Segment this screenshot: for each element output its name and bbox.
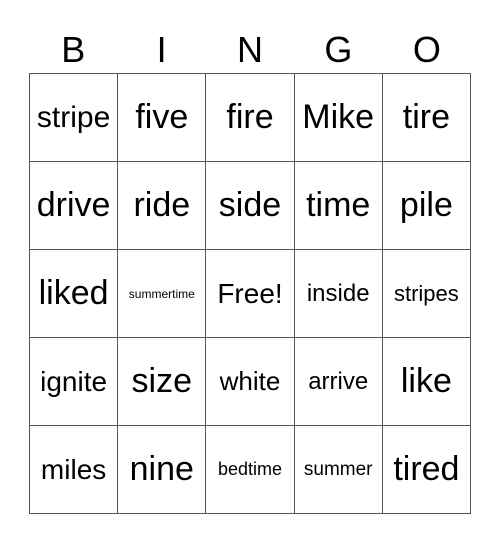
header-letter-g: G (324, 29, 353, 70)
bingo-cell: side (206, 162, 295, 250)
bingo-cell: liked (30, 250, 119, 338)
bingo-cell: ride (118, 162, 207, 250)
header-letter-i: I (156, 29, 167, 70)
header-letter-b: B (61, 29, 86, 70)
bingo-cell: nine (118, 426, 207, 514)
bingo-header: B I N G O (29, 28, 471, 72)
header-letter-o: O (412, 29, 441, 70)
bingo-cell: like (382, 338, 471, 426)
bingo-cell: drive (30, 162, 119, 250)
header-letter-n: N (237, 29, 264, 70)
bingo-cell: bedtime (206, 426, 295, 514)
bingo-cell: white (206, 338, 295, 426)
bingo-cell: Mike (294, 74, 383, 162)
bingo-cell: stripe (30, 74, 119, 162)
bingo-cell: stripes (382, 250, 471, 338)
free-space-cell: Free! (206, 250, 295, 338)
bingo-cell: arrive (294, 338, 383, 426)
bingo-cell: size (118, 338, 207, 426)
bingo-cell: miles (30, 426, 119, 514)
bingo-cell: tire (382, 74, 471, 162)
bingo-cell: pile (382, 162, 471, 250)
bingo-cell: tired (382, 426, 471, 514)
bingo-cell: inside (294, 250, 383, 338)
bingo-cell: summer (294, 426, 383, 514)
bingo-cell: fire (206, 74, 295, 162)
bingo-cell: ignite (30, 338, 119, 426)
bingo-cell: five (118, 74, 207, 162)
bingo-cell: summertime (118, 250, 207, 338)
bingo-grid: stripe five fire Mike tire drive ride si… (29, 73, 471, 514)
bingo-cell: time (294, 162, 383, 250)
